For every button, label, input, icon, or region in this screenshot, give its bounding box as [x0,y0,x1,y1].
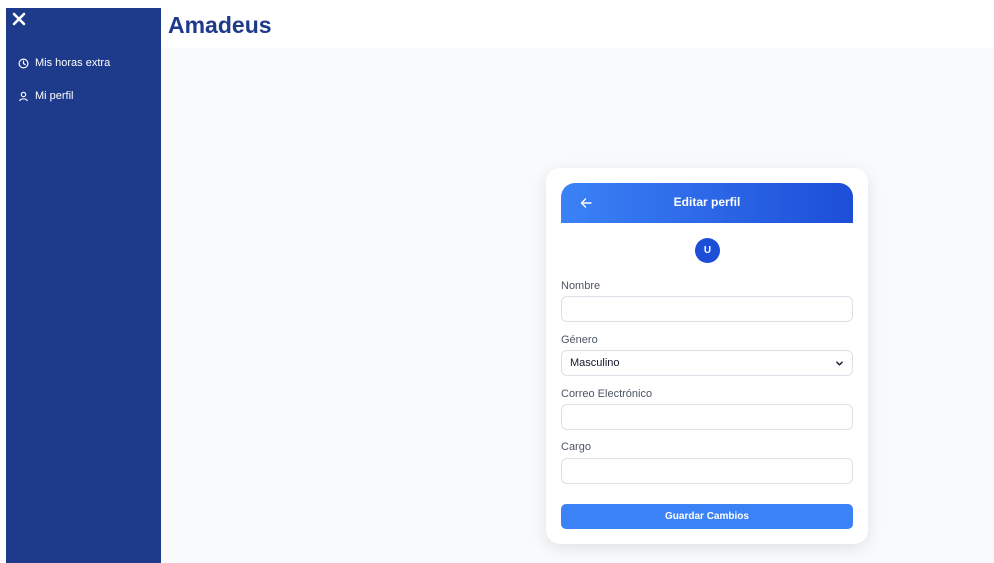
genero-select[interactable]: Masculino [561,350,853,376]
nombre-label: Nombre [561,280,601,292]
cargo-label: Cargo [561,441,591,453]
close-icon[interactable] [12,12,26,26]
sidebar: Mis horas extra Mi perfil [6,8,161,563]
correo-label: Correo Electrónico [561,388,653,400]
nombre-input[interactable] [561,296,853,322]
sidebar-item-mis-horas-extra[interactable]: Mis horas extra [18,57,110,69]
genero-label: Género [561,334,598,346]
save-button[interactable]: Guardar Cambios [561,504,853,529]
page-title: Amadeus [168,12,272,38]
genero-selected-value: Masculino [570,357,620,369]
chevron-down-icon [836,360,843,366]
email-field[interactable] [561,404,853,430]
user-icon [19,91,28,101]
sidebar-item-label: Mis horas extra [35,57,111,69]
avatar: U [695,238,720,263]
card-header: Editar perfil [561,183,853,223]
clock-icon [18,58,29,68]
cargo-input[interactable] [561,458,853,484]
sidebar-item-label: Mi perfil [35,90,74,102]
sidebar-item-mi-perfil[interactable]: Mi perfil [18,90,74,102]
edit-profile-card: Editar perfil U Nombre Género Masculino … [546,168,868,544]
card-title: Editar perfil [673,195,741,209]
